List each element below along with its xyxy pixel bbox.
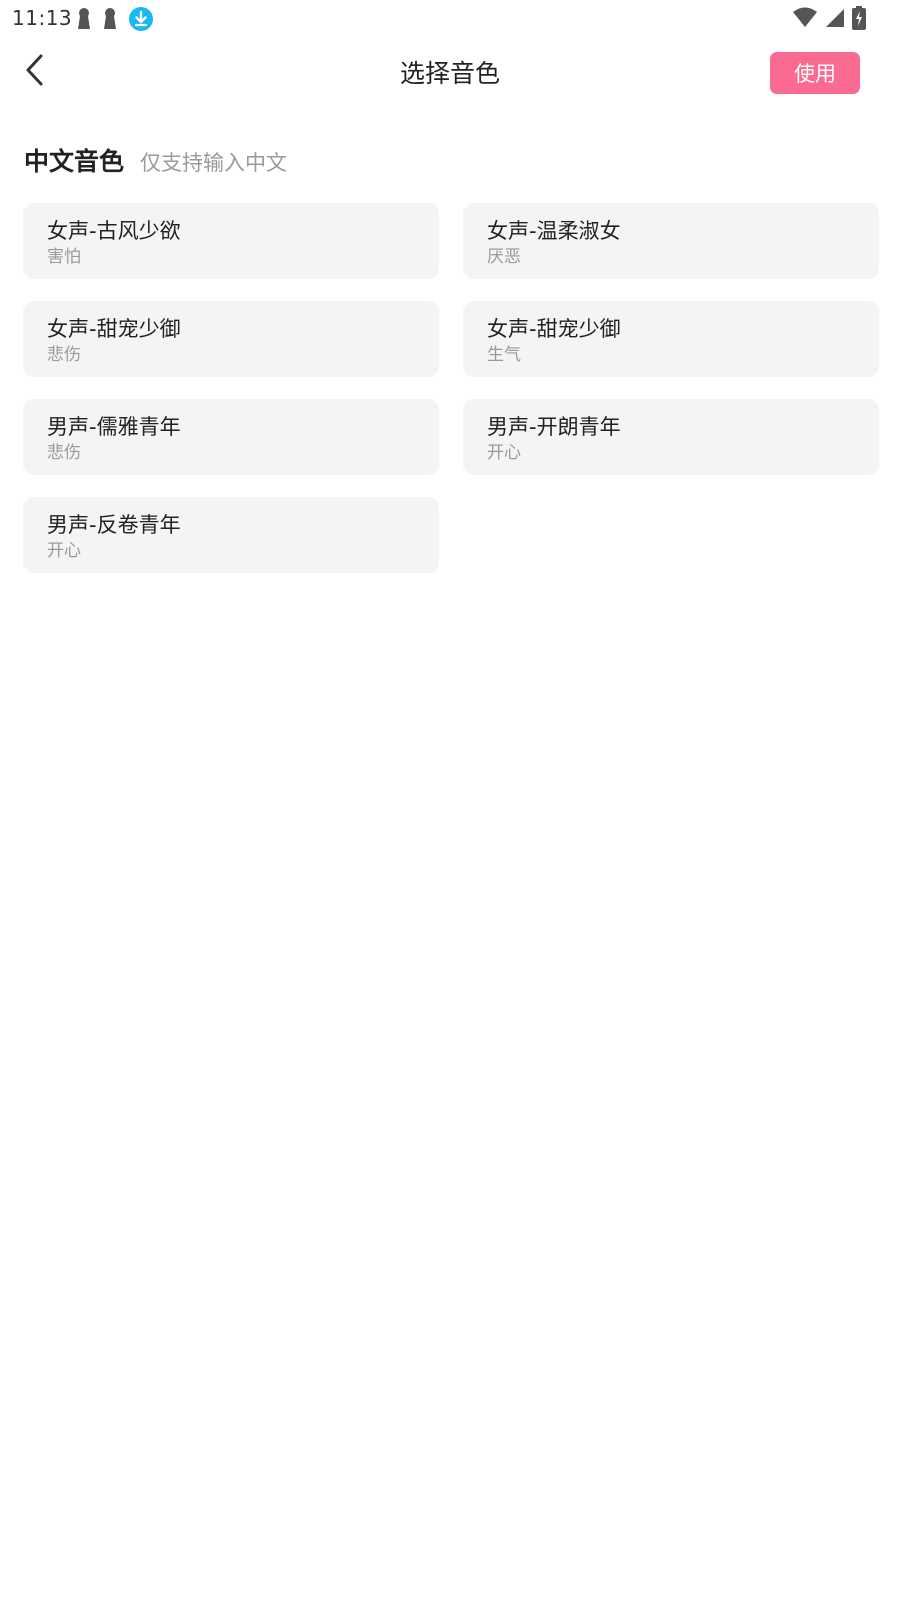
voice-card[interactable]: 女声-甜宠少御 悲伤 — [23, 301, 439, 377]
voice-name: 女声-温柔淑女 — [487, 219, 621, 243]
voice-card[interactable]: 女声-甜宠少御 生气 — [463, 301, 879, 377]
back-button[interactable] — [18, 52, 52, 92]
wifi-icon — [792, 7, 818, 33]
notification-icons — [76, 6, 154, 36]
voice-name: 男声-儒雅青年 — [47, 415, 181, 439]
voice-name: 女声-甜宠少御 — [47, 317, 181, 341]
download-icon — [128, 6, 154, 36]
voice-card[interactable]: 男声-反卷青年 开心 — [23, 497, 439, 573]
keyhole-icon — [76, 7, 92, 35]
voice-card[interactable]: 男声-儒雅青年 悲伤 — [23, 399, 439, 475]
voice-card[interactable]: 女声-古风少欲 害怕 — [23, 203, 439, 279]
voice-emotion: 厌恶 — [487, 247, 521, 267]
voice-name: 男声-反卷青年 — [47, 513, 181, 537]
status-bar: 11:13 — [0, 0, 900, 36]
voice-emotion: 悲伤 — [47, 443, 81, 463]
voice-emotion: 开心 — [47, 541, 81, 561]
section-title: 中文音色 — [24, 147, 125, 176]
voice-emotion: 悲伤 — [47, 345, 81, 365]
section-heading: 中文音色 仅支持输入中文 — [24, 142, 287, 178]
signal-icon — [824, 7, 846, 33]
voice-name: 男声-开朗青年 — [487, 415, 621, 439]
voice-emotion: 害怕 — [47, 247, 81, 267]
keyhole-icon — [102, 7, 118, 35]
top-bar: 选择音色 使用 — [0, 36, 900, 112]
voice-emotion: 生气 — [487, 345, 521, 365]
status-time: 11:13 — [12, 6, 73, 30]
system-icons — [792, 6, 866, 34]
voice-card[interactable]: 女声-温柔淑女 厌恶 — [463, 203, 879, 279]
voice-emotion: 开心 — [487, 443, 521, 463]
battery-charging-icon — [852, 6, 866, 34]
chevron-left-icon — [24, 53, 46, 91]
page-title: 选择音色 — [399, 59, 500, 88]
voice-name: 女声-古风少欲 — [47, 219, 181, 243]
section-hint: 仅支持输入中文 — [140, 151, 288, 175]
use-button[interactable]: 使用 — [770, 52, 860, 94]
voice-grid: 女声-古风少欲 害怕 女声-温柔淑女 厌恶 女声-甜宠少御 悲伤 女声-甜宠少御… — [23, 203, 879, 573]
voice-name: 女声-甜宠少御 — [487, 317, 621, 341]
voice-card[interactable]: 男声-开朗青年 开心 — [463, 399, 879, 475]
